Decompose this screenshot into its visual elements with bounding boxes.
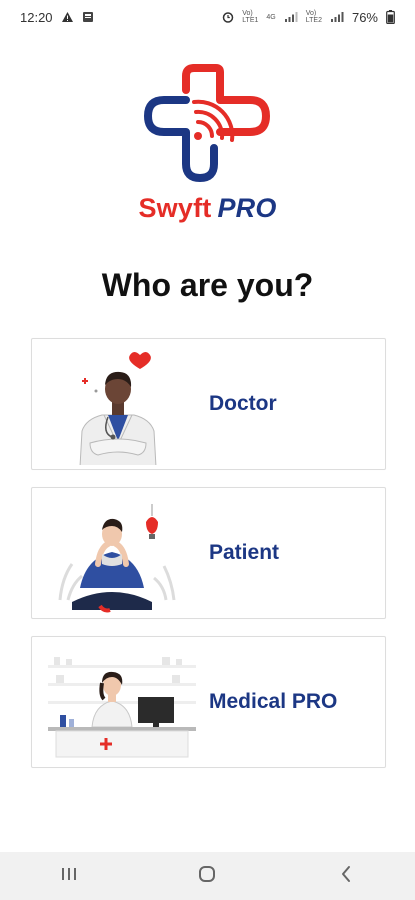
clock: 12:20 bbox=[20, 9, 53, 25]
role-card-doctor[interactable]: Doctor bbox=[31, 338, 386, 470]
pharmacist-illustration bbox=[42, 643, 202, 763]
net3-bottom: LTE2 bbox=[305, 17, 322, 24]
notification-square-icon bbox=[82, 11, 94, 23]
alarm-icon bbox=[222, 11, 234, 23]
brand-name: Swyft PRO bbox=[0, 193, 415, 224]
role-card-medical-pro[interactable]: Medical PRO bbox=[31, 636, 386, 768]
status-bar: 12:20 Vo) LTE1 4G Vo) LTE2 76% bbox=[0, 0, 415, 34]
recent-apps-button[interactable] bbox=[39, 852, 99, 900]
signal1-icon bbox=[284, 11, 298, 23]
battery-percent: 76% bbox=[351, 9, 378, 25]
home-icon bbox=[198, 865, 216, 888]
recent-apps-icon bbox=[60, 866, 78, 887]
warning-icon bbox=[61, 11, 74, 23]
role-selection-screen: 12:20 Vo) LTE1 4G Vo) LTE2 76% Swyft PRO… bbox=[0, 0, 415, 900]
role-label-medical-pro: Medical PRO bbox=[209, 690, 338, 713]
swyft-pro-logo bbox=[140, 60, 275, 185]
battery-icon bbox=[386, 10, 395, 24]
doctor-illustration bbox=[42, 345, 202, 468]
brand-name-part1: Swyft bbox=[138, 193, 212, 223]
system-nav-bar bbox=[0, 852, 415, 900]
role-label-patient: Patient bbox=[209, 541, 280, 564]
page-title: Who are you? bbox=[101, 267, 314, 303]
brand-name-part2: PRO bbox=[217, 193, 277, 223]
role-card-patient[interactable]: Patient bbox=[31, 487, 386, 619]
back-button[interactable] bbox=[316, 852, 376, 900]
network-type-4g: 4G bbox=[266, 13, 276, 21]
home-button[interactable] bbox=[177, 852, 237, 900]
role-label-doctor: Doctor bbox=[209, 392, 277, 415]
patient-illustration bbox=[42, 494, 202, 614]
net1-top: Vo) bbox=[242, 10, 253, 17]
back-icon bbox=[339, 865, 353, 888]
net1-bottom: LTE1 bbox=[242, 17, 259, 24]
net3-top: Vo) bbox=[305, 10, 317, 17]
volte-lte1-icon: Vo) LTE1 bbox=[242, 10, 258, 24]
signal2-icon bbox=[330, 11, 344, 23]
volte-lte2-icon: Vo) LTE2 bbox=[306, 10, 322, 24]
